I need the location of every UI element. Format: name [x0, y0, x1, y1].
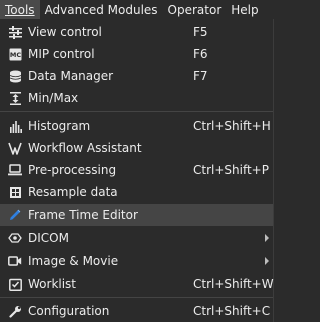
menubar-advanced-modules-label: Advanced Modules [44, 2, 158, 17]
menu-item-pre-processing[interactable]: Pre-processing Ctrl+Shift+P [0, 159, 273, 181]
menubar-advanced-modules[interactable]: Advanced Modules [40, 0, 163, 19]
database-icon [7, 68, 23, 84]
menu-item-shortcut: F6 [193, 47, 208, 61]
laptop-icon [7, 162, 23, 178]
menu-item-dicom[interactable]: DICOM [0, 227, 273, 249]
workflow-icon [7, 140, 23, 156]
svg-text:MC: MC [9, 51, 20, 59]
menubar-help[interactable]: Help [226, 0, 263, 19]
menu-item-worklist[interactable]: Worklist Ctrl+Shift+W [0, 273, 274, 295]
menu-item-frame-time-editor[interactable]: Frame Time Editor [0, 204, 273, 226]
menu-item-configuration[interactable]: Configuration Ctrl+Shift+C [0, 300, 273, 322]
menu-item-shortcut: F7 [193, 69, 208, 83]
menubar-operator[interactable]: Operator [163, 0, 227, 19]
menu-item-label: MIP control [28, 47, 95, 61]
mip-icon: MC [7, 46, 23, 62]
menu-item-data-manager[interactable]: Data Manager F7 [0, 65, 273, 87]
menu-item-shortcut: Ctrl+Shift+C [193, 304, 271, 318]
menu-bar: Tools Advanced Modules Operator Help [0, 0, 275, 19]
menu-item-shortcut: Ctrl+Shift+W [193, 277, 274, 291]
wrench-icon [7, 303, 23, 319]
chevron-right-icon [265, 257, 269, 265]
menu-item-label: Frame Time Editor [28, 208, 138, 222]
menu-item-label: Resample data [28, 185, 118, 199]
menu-item-label: DICOM [28, 231, 69, 245]
pencil-icon [7, 207, 23, 223]
menu-item-image-movie[interactable]: Image & Movie [0, 250, 273, 272]
menu-item-view-control[interactable]: View control F5 [0, 21, 273, 43]
chevron-right-icon [265, 234, 269, 242]
menubar-operator-label: Operator [167, 2, 222, 17]
menu-item-min-max[interactable]: Min/Max [0, 87, 273, 109]
menu-item-shortcut: Ctrl+Shift+P [193, 163, 269, 177]
menu-item-workflow-assistant[interactable]: Workflow Assistant [0, 137, 273, 159]
resample-icon [7, 184, 23, 200]
menu-item-label: View control [28, 25, 102, 39]
menu-separator [0, 297, 273, 298]
menu-item-label: Image & Movie [28, 254, 119, 268]
menu-item-label: Data Manager [28, 69, 114, 83]
menu-item-mip-control[interactable]: MC MIP control F6 [0, 43, 273, 65]
menu-item-label: Min/Max [28, 91, 79, 105]
camera-icon [7, 253, 23, 269]
minmax-icon [7, 90, 23, 106]
dicom-icon [7, 230, 23, 246]
menu-item-histogram[interactable]: Histogram Ctrl+Shift+H [0, 115, 273, 137]
menubar-help-label: Help [231, 2, 259, 17]
menubar-tools-label: Tools [5, 2, 35, 17]
menu-item-resample-data[interactable]: Resample data [0, 181, 273, 203]
sliders-icon [7, 24, 23, 40]
histogram-icon [7, 118, 23, 134]
menu-item-shortcut: F5 [193, 25, 208, 39]
menu-separator [0, 111, 273, 112]
tools-dropdown-menu: View control F5 MC MIP control F6 Data M… [0, 19, 274, 322]
menu-item-label: Workflow Assistant [28, 141, 142, 155]
worklist-icon [7, 276, 23, 292]
menu-item-shortcut: Ctrl+Shift+H [193, 119, 271, 133]
menubar-tools[interactable]: Tools [0, 0, 40, 19]
